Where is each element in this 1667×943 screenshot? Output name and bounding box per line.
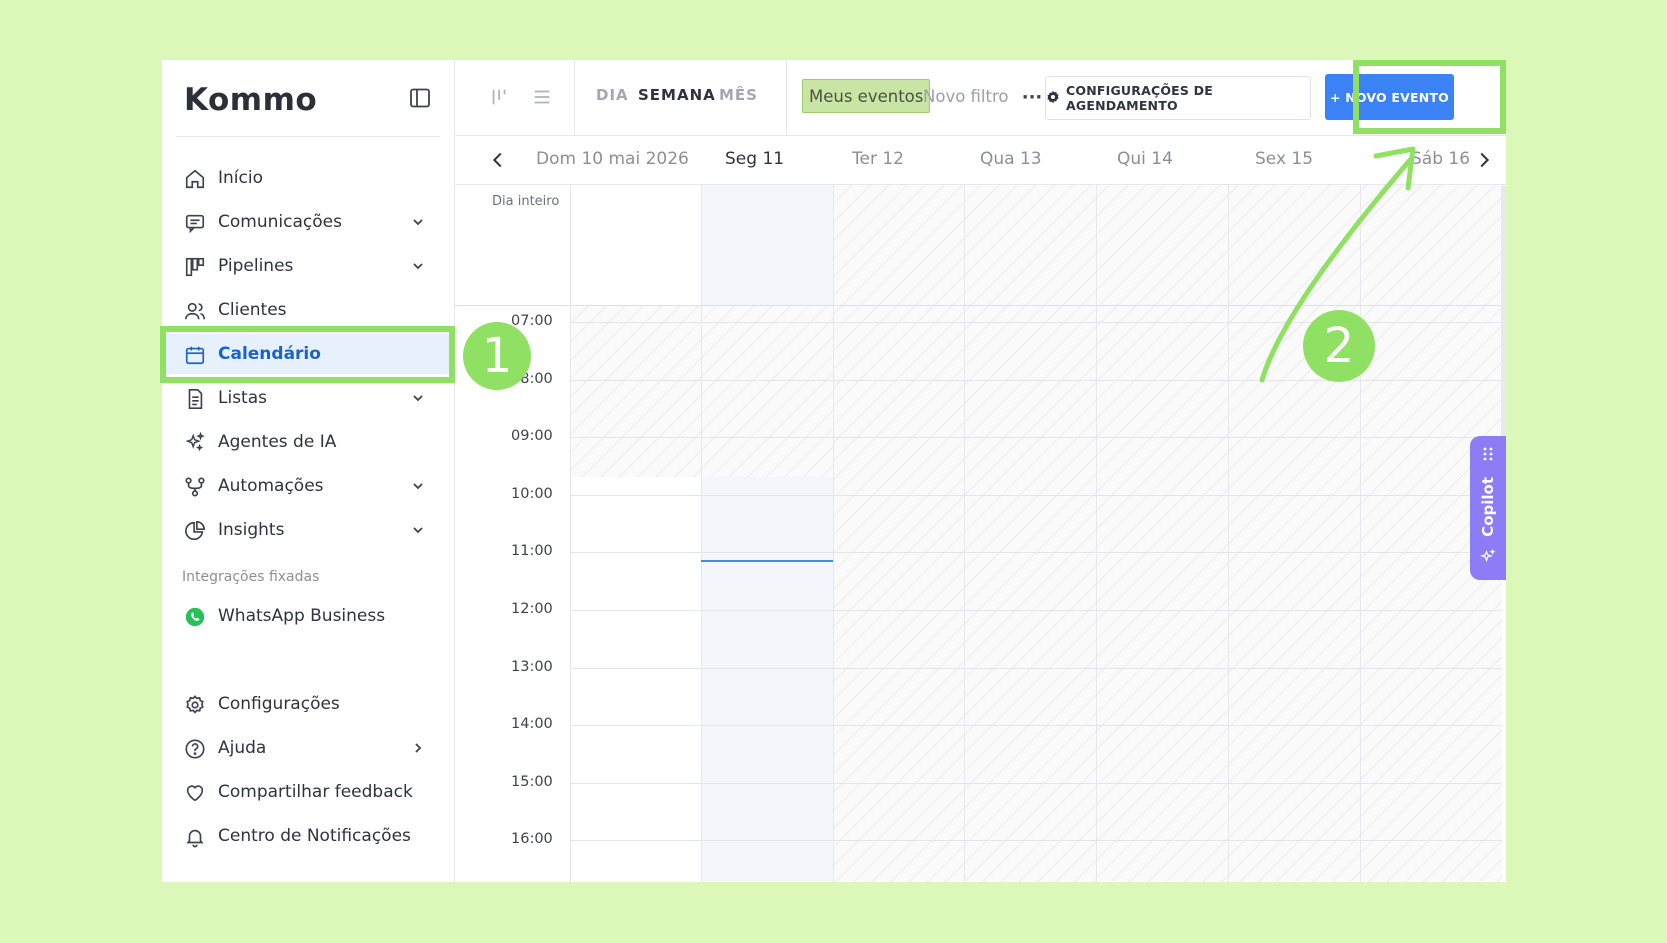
annotation-arrow	[1259, 146, 1416, 383]
